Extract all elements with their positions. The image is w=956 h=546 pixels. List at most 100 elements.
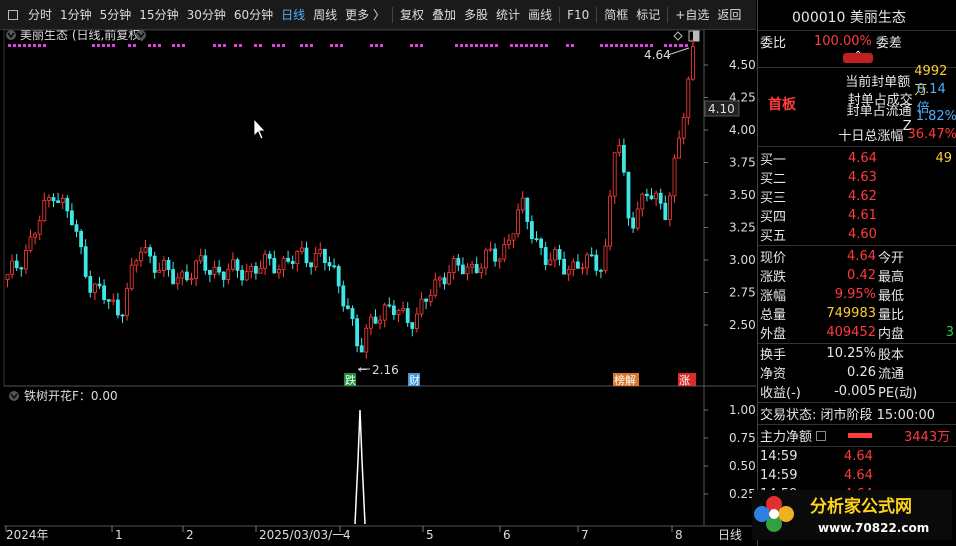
toolbar-item[interactable]: 多股 [460,6,492,23]
price-tick: 2.50 [729,318,756,332]
weibi-value: 100.00% [814,34,872,49]
tick-price: 4.64 [844,449,873,464]
chart-settings-icon[interactable] [136,30,146,40]
quote-label: 外盘 [760,327,787,342]
info-label-2: PE(动) [878,386,918,401]
list-icon[interactable] [816,430,827,441]
stat-value: 36.47% [907,127,956,142]
main-chart-title: 美丽生态 (日线,前复权) [20,30,145,42]
quote-value: 4.64 [847,249,876,264]
main-net-bar [848,433,873,438]
weicha-label: 委差 [875,36,902,51]
stat-label: 当前封单额 [845,75,911,90]
signal-dots-row [8,44,688,47]
event-marker[interactable]: 跌 [345,373,356,387]
stock-code-name: 000010 美丽生态 [792,10,906,26]
time-tick: 6 [503,528,511,542]
sub-axis-tick: 0.50 [729,459,756,473]
toolbar-item[interactable]: 5分钟 [96,6,136,23]
watermark-title: 分析家公式网 [810,496,912,517]
price-tick: 3.75 [729,156,756,170]
toolbar-item[interactable]: 分时 [24,6,56,23]
toolbar-item[interactable]: 简框 [600,6,632,23]
svg-text:←: ← [358,363,367,376]
tick-time: 14:59 [760,468,798,483]
quote-value: 409452 [826,325,876,340]
candlestick-series [5,39,695,359]
time-tick: 4 [343,528,351,542]
main-chart-collapse-icon[interactable] [6,30,16,40]
price-tick: 2.75 [729,286,756,300]
chevron-up-icon: ⌃ [854,50,863,61]
weibi-label: 委比 [760,36,787,51]
event-marker[interactable]: 榜解 [614,373,636,387]
diamond-icon[interactable] [673,31,683,41]
toolbar-item[interactable]: 30分钟 [183,6,230,23]
time-tick: 5 [426,528,434,542]
quote-label-2: 最低 [878,289,905,304]
trade-status: 交易状态: 闭市阶段 15:00:00 [760,408,936,423]
event-marker[interactable]: 涨 [679,374,690,387]
toolbar-item[interactable]: 15分钟 [135,6,182,23]
sub-chart-axis: 1.000.750.500.25 [704,403,756,501]
bid-book: 买一 4.64 49 买二 4.63 买三 4.62 买四 4.61 买五 4.60 [758,149,956,244]
chart-area[interactable]: 美丽生态 (日线,前复权) 4.50 4.25 4.00 3.75 3.50 3.25 3.… [0,27,756,546]
time-tick: 2024年 [6,528,49,542]
toolbar-item[interactable]: 1分钟 [56,6,96,23]
info-label: 净资 [760,367,787,382]
toolbar-item[interactable]: 复权 [396,6,428,23]
toolbar-item[interactable]: 更多 〉 [341,6,389,23]
kline-chart[interactable]: 美丽生态 (日线,前复权) 4.504.254.003.753.503.253.… [0,27,756,546]
panel-toggle-icon[interactable] [8,9,18,20]
low-annotation: 2.16 [372,363,399,377]
mouse-cursor-icon [253,117,266,140]
bid-volume: 49 [935,151,952,166]
expand-toggle-button[interactable]: ⌃ [843,50,873,63]
time-axis: 2024年 1 2 2025/03/03/一4 5 6 7 8 [5,526,683,542]
quote-label: 涨幅 [760,289,787,304]
fundamentals: 换手 10.25% 股本 净资 0.26 流通 收益(-) -0.005 PE(动) [758,344,956,402]
toolbar-item[interactable]: F10 [563,8,593,22]
toolbar-item[interactable]: 周线 [309,6,341,23]
bid-price: 4.64 [848,151,877,166]
quote-value: 9.95% [834,287,876,302]
event-marker[interactable]: 财 [409,373,420,387]
time-tick: 1 [115,528,123,542]
toolbar-item[interactable]: 画线 [524,6,556,23]
period-label: 日线 [718,528,742,542]
quote-panel: 000010 美丽生态 委比 100.00% 委差 ⌃ 当前封单额 4992万 封单… [757,0,956,546]
toolbar-item[interactable]: 叠加 [428,6,460,23]
quote-label-2: 内盘 [878,327,905,342]
main-net-label: 主力净额 [760,430,813,445]
high-annotation: 4.64 [644,48,671,62]
toolbar-item[interactable]: 日线 [277,6,309,23]
info-label-2: 流通 [878,367,905,382]
stat-value: 1.82% [915,109,956,124]
watermark-url: www.70822.com [818,521,929,535]
time-tick: 8 [675,528,683,542]
time-tick: 2025/03/03/一 [259,528,344,542]
toolbar-item[interactable]: 60分钟 [230,6,277,23]
time-tick: 7 [581,528,589,542]
toolbar-item[interactable]: 返回 [713,6,745,23]
quote-label-2: 量比 [878,308,905,323]
sub-axis-tick: 0.75 [729,431,756,445]
bid-price: 4.60 [848,227,877,242]
bid-label: 买二 [760,172,787,187]
info-value: 0.26 [847,365,876,380]
sub-axis-tick: 1.00 [729,403,756,417]
toolbar-item[interactable]: 统计 [492,6,524,23]
indicator-spike-line [354,409,366,525]
bid-label: 买五 [760,229,787,244]
sub-chart-collapse-icon[interactable] [9,391,19,401]
price-axis: 4.504.254.003.753.503.253.002.752.50 [704,58,756,332]
current-price-tag: 4.10 [708,102,735,116]
time-tick: 2 [186,528,194,542]
bid-label: 买三 [760,191,787,206]
toolbar-item[interactable]: +自选 [671,6,713,23]
period-toolbar: 分时 1分钟 5分钟 15分钟 30分钟 60分钟 日线 周线 更多 〉复权 叠加 多股 统计 画线 F1… [0,0,756,30]
toolbar-item[interactable]: 标记 [632,6,664,23]
tick-time: 14:59 [760,449,798,464]
info-label-2: 股本 [878,348,905,363]
bid-price: 4.62 [848,189,877,204]
